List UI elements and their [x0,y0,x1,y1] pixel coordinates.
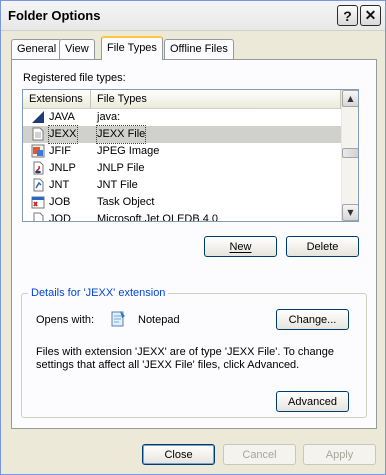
scroll-down-button[interactable]: ▼ [342,204,358,221]
list-item[interactable]: JAVA java: [23,109,341,126]
list-item[interactable]: JNT JNT File [23,177,341,194]
java-webstart-icon [33,161,44,175]
row-extension: JAVA [49,111,75,123]
row-file-type: java: [97,111,121,123]
row-file-type: JEXX File [95,125,147,144]
generic-file-icon [32,127,44,141]
new-button-label: New [229,240,252,253]
task-object-icon [31,196,45,209]
delete-button[interactable]: Delete [286,236,359,257]
column-header-extensions[interactable]: Extensions [23,90,91,109]
help-button[interactable]: ? [337,5,358,26]
row-extension: JNLP [49,162,76,174]
help-icon: ? [343,7,352,24]
row-file-type: JPEG Image [97,145,160,157]
file-types-panel: Registered file types: Extensions File T… [11,59,377,429]
row-extension: JFIF [49,145,71,157]
tab-label: File Types [107,42,157,54]
cancel-button[interactable]: Cancel [223,444,296,465]
change-button[interactable]: Change... [276,309,349,330]
chevron-down-icon: ▼ [347,208,354,217]
list-item-selected[interactable]: JEXX JEXX File [23,125,341,144]
tab-label: General [17,43,57,55]
file-types-list[interactable]: Extensions File Types JAVA java: JEXX JE… [22,89,359,222]
list-item[interactable]: JFIF JPEG Image [23,143,341,160]
list-item[interactable]: JOD Microsoft.Jet.OLEDB.4.0 [23,211,341,222]
row-file-type: Task Object [97,196,155,208]
cancel-button-label: Cancel [242,448,277,461]
list-header: Extensions File Types [23,90,341,109]
delete-button-label: Delete [306,240,339,253]
scroll-thumb[interactable] [342,148,358,158]
journal-file-icon [33,178,44,192]
advanced-button-label: Advanced [288,395,337,408]
apply-button[interactable]: Apply [303,444,376,465]
opens-with-label: Opens with: [36,314,95,326]
tab-label: Offline Files [170,43,228,55]
advanced-button[interactable]: Advanced [276,391,349,412]
close-button-label: Close [164,448,193,461]
row-file-type: JNT File [97,179,138,191]
image-file-icon [31,144,45,158]
change-button-label: Change... [288,313,337,326]
window-title: Folder Options [8,8,101,23]
close-window-button[interactable]: ✕ [360,5,381,26]
tab-general[interactable]: General [11,39,63,59]
details-legend: Details for 'JEXX' extension [28,287,169,299]
row-file-type: JNLP File [97,162,145,174]
notepad-icon [111,311,125,327]
row-file-type: Microsoft.Jet.OLEDB.4.0 [97,213,219,222]
tab-view[interactable]: View [59,39,95,59]
row-extension: JEXX [48,125,78,144]
details-description-line1: Files with extension 'JEXX' are of type … [36,346,335,358]
details-description-line2: settings that affect all 'JEXX File' fil… [36,359,300,371]
database-file-icon [33,212,44,221]
opens-with-app: Notepad [138,314,180,326]
row-extension: JOD [49,213,71,222]
apply-button-label: Apply [325,448,354,461]
java-file-icon [32,111,44,123]
details-groupbox: Details for 'JEXX' extension Opens with:… [21,287,367,418]
title-bar[interactable]: Folder Options ? ✕ [1,1,385,31]
row-extension: JNT [49,179,70,191]
tab-offline-files[interactable]: Offline Files [164,39,234,59]
list-item[interactable]: JNLP JNLP File [23,160,341,177]
tab-file-types[interactable]: File Types [101,36,163,60]
chevron-up-icon: ▲ [347,94,354,103]
registered-file-types-label: Registered file types: [23,72,126,84]
folder-options-window: Folder Options ? ✕ General View File Typ… [0,0,386,475]
row-extension: JOB [49,196,71,208]
list-item[interactable]: JOB Task Object [23,194,341,211]
tab-label: View [65,43,89,55]
close-button[interactable]: Close [142,444,215,465]
column-header-file-types[interactable]: File Types [91,90,341,109]
close-icon: ✕ [364,7,377,23]
new-button[interactable]: New [204,236,277,257]
list-scrollbar[interactable]: ▲ ▼ [341,90,358,221]
list-rows: JAVA java: JEXX JEXX File JFIF JPEG Imag… [23,109,341,222]
scroll-up-button[interactable]: ▲ [342,90,358,107]
